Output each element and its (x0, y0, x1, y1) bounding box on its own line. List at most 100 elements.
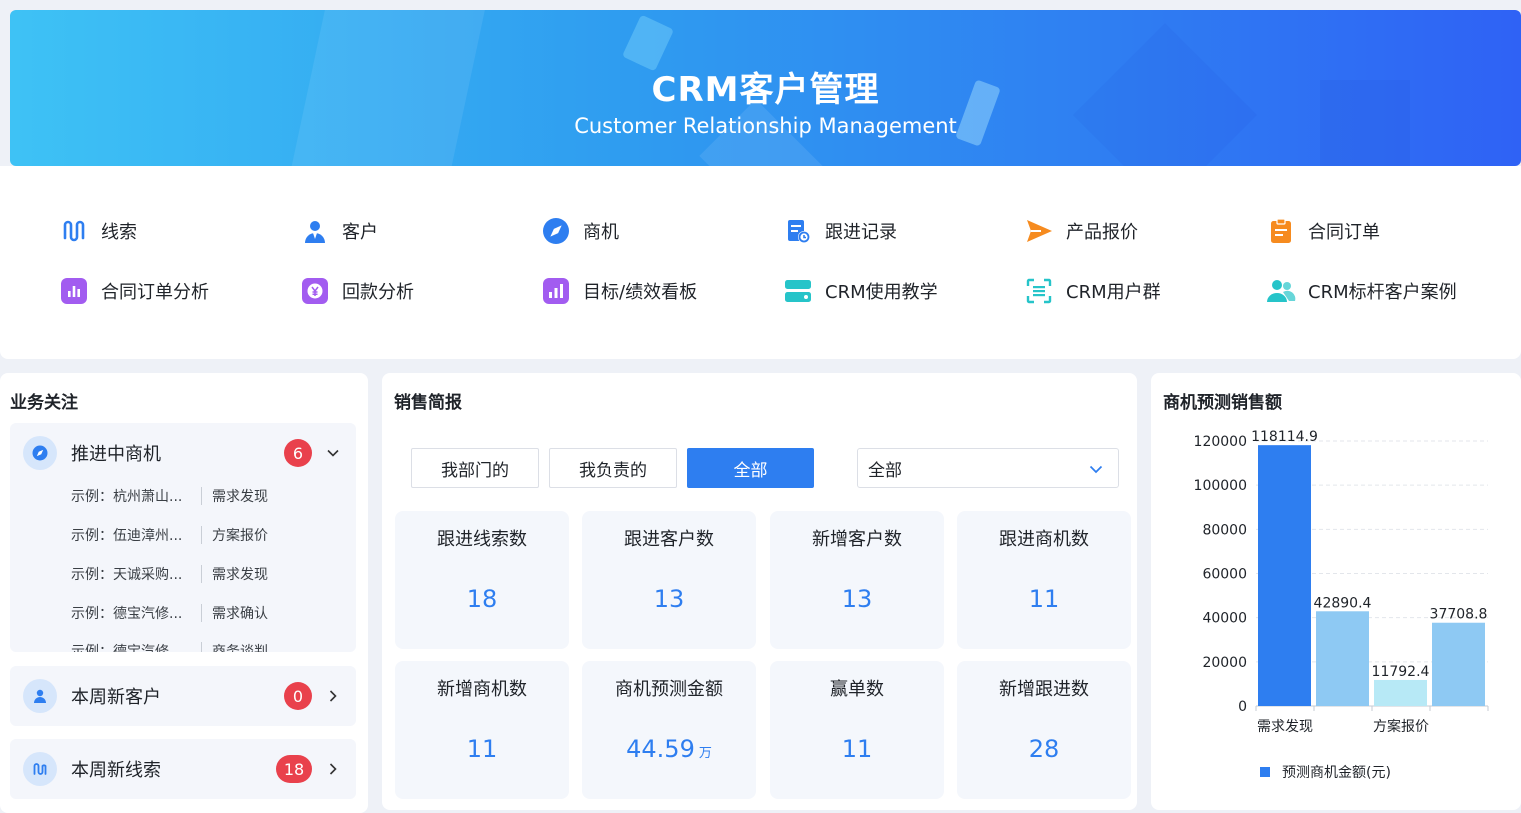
opportunities-in-progress-label: 推进中商机 (71, 444, 161, 465)
y-tick-label: 20000 (1202, 655, 1247, 671)
nav-quote-label: 产品报价 (1066, 222, 1138, 243)
nav-benchmark-cases[interactable]: CRM标杆客户案例 (1266, 276, 1457, 306)
nav-opportunity[interactable]: 商机 (541, 216, 619, 246)
stat-card-followup-leads[interactable]: 跟进线索数 18 (395, 511, 569, 649)
chevron-right-icon[interactable] (323, 759, 343, 779)
stat-label: 跟进线索数 (437, 529, 527, 550)
chevron-right-icon[interactable] (323, 686, 343, 706)
chevron-down-icon (1086, 459, 1106, 479)
compass-icon (541, 216, 571, 246)
nav-followup-record-label: 跟进记录 (825, 222, 897, 243)
opportunity-stage: 商务谈判 (212, 644, 268, 652)
nav-customer[interactable]: 客户 (300, 216, 378, 246)
list-item[interactable]: 示例：德宝汽修... 需求确认 (71, 602, 268, 624)
nav-opportunity-label: 商机 (583, 222, 619, 243)
stat-value: 13 (841, 585, 873, 613)
bar (1258, 445, 1311, 706)
nav-payment-analysis-label: 回款分析 (342, 282, 414, 303)
new-customers-count-badge: 0 (284, 682, 312, 710)
y-tick-label: 40000 (1202, 611, 1247, 627)
opportunities-in-progress-group: 推进中商机 6 示例：杭州萧山... 需求发现 示例：伍迪漳州... 方案报价 示例… (10, 423, 356, 652)
stat-label: 赢单数 (830, 679, 884, 700)
segment-my-department[interactable]: 我部门的 (411, 448, 539, 488)
stat-card-new-customers[interactable]: 新增客户数 13 (770, 511, 944, 649)
user-icon (300, 216, 330, 246)
kpi-chart-icon (541, 276, 571, 306)
sales-brief-title: 销售简报 (394, 393, 462, 413)
stat-value: 11 (1028, 585, 1060, 613)
bar-chart-icon (59, 276, 89, 306)
bar (1374, 679, 1427, 706)
stat-card-new-followups[interactable]: 新增跟进数 28 (957, 661, 1131, 799)
new-customers-this-week[interactable]: 本周新客户 0 (10, 666, 356, 726)
opportunity-stage: 方案报价 (212, 528, 268, 544)
data-label: 11792.4 (1372, 664, 1430, 680)
list-item[interactable]: 示例：杭州萧山... 需求发现 (71, 485, 268, 507)
nav-user-group[interactable]: CRM用户群 (1024, 276, 1161, 306)
opportunity-name: 示例：杭州萧山... (71, 489, 183, 505)
stat-value: 11 (466, 735, 498, 763)
stat-card-new-opportunities[interactable]: 新增商机数 11 (395, 661, 569, 799)
segment-my-responsible[interactable]: 我负责的 (549, 448, 677, 488)
opportunities-count-badge: 6 (284, 439, 312, 467)
data-label: 42890.4 (1314, 595, 1372, 611)
opportunity-name: 示例：天诚采购... (71, 567, 183, 583)
segment-all[interactable]: 全部 (687, 448, 814, 488)
nav-kpi-board[interactable]: 目标/绩效看板 (541, 276, 697, 306)
nav-user-group-label: CRM用户群 (1066, 282, 1161, 303)
business-panel-title: 业务关注 (10, 393, 78, 413)
new-leads-this-week[interactable]: 本周新线索 18 (10, 739, 356, 799)
forecast-bar-chart: 0 20000 40000 60000 80000 100000 120000 118114.… (1194, 429, 1489, 735)
y-tick-label: 100000 (1194, 478, 1247, 494)
opportunity-name: 示例：伍迪漳州... (71, 528, 183, 544)
bar (1316, 611, 1369, 706)
nav-customer-label: 客户 (342, 222, 378, 243)
y-tick-label: 60000 (1202, 567, 1247, 583)
stat-value: 44.59 万 (626, 735, 712, 763)
nav-tutorial-label: CRM使用教学 (825, 282, 938, 303)
x-tick-label: 方案报价 (1373, 718, 1429, 735)
users-icon (1266, 276, 1296, 306)
opportunity-name: 示例：德宝汽修 (71, 644, 169, 652)
y-tick-label: 0 (1238, 699, 1247, 715)
nav-contract[interactable]: 合同订单 (1266, 216, 1380, 246)
stat-card-followup-customers[interactable]: 跟进客户数 13 (582, 511, 756, 649)
stat-card-forecast-amount[interactable]: 商机预测金额 44.59 万 (582, 661, 756, 799)
stat-label: 跟进客户数 (624, 529, 714, 550)
followup-record-icon (783, 216, 813, 246)
nav-contract-analysis[interactable]: 合同订单分析 (59, 276, 209, 306)
stat-value: 28 (1028, 735, 1060, 763)
chevron-down-icon[interactable] (323, 443, 343, 463)
stat-card-followup-opportunities[interactable]: 跟进商机数 11 (957, 511, 1131, 649)
new-leads-label: 本周新线索 (71, 760, 161, 781)
new-leads-count-badge: 18 (276, 755, 312, 783)
list-item[interactable]: 示例：伍迪漳州... 方案报价 (71, 524, 268, 546)
clue-icon (23, 752, 57, 786)
data-label: 37708.8 (1430, 607, 1488, 623)
list-item[interactable]: 示例：天诚采购... 需求发现 (71, 563, 268, 585)
stat-label: 新增客户数 (812, 529, 902, 550)
scan-icon (1024, 276, 1054, 306)
opportunity-stage: 需求发现 (212, 489, 268, 505)
stat-label: 商机预测金额 (615, 679, 723, 700)
nav-followup-record[interactable]: 跟进记录 (783, 216, 897, 246)
stat-value: 18 (466, 585, 498, 613)
opportunity-name: 示例：德宝汽修... (71, 606, 183, 622)
nav-kpi-board-label: 目标/绩效看板 (583, 282, 698, 303)
nav-contract-label: 合同订单 (1308, 222, 1380, 243)
chart-legend[interactable]: 预测商机金额(元) (1260, 762, 1391, 782)
nav-clue[interactable]: 线索 (59, 216, 137, 246)
y-tick-label: 120000 (1194, 434, 1247, 450)
banner-subtitle: Customer Relationship Management (574, 114, 957, 138)
nav-tutorial[interactable]: CRM使用教学 (783, 276, 938, 306)
list-item[interactable]: 示例：德宝汽修 商务谈判 (71, 640, 268, 652)
nav-quote[interactable]: 产品报价 (1024, 216, 1138, 246)
stat-card-won-deals[interactable]: 赢单数 11 (770, 661, 944, 799)
nav-contract-analysis-label: 合同订单分析 (101, 282, 209, 303)
nav-payment-analysis[interactable]: 回款分析 (300, 276, 414, 306)
compass-icon (23, 436, 57, 470)
scope-select[interactable]: 全部 (857, 448, 1119, 488)
x-tick-label: 需求发现 (1257, 719, 1313, 735)
banner-title: CRM客户管理 (651, 70, 880, 110)
stat-value: 13 (653, 585, 685, 613)
